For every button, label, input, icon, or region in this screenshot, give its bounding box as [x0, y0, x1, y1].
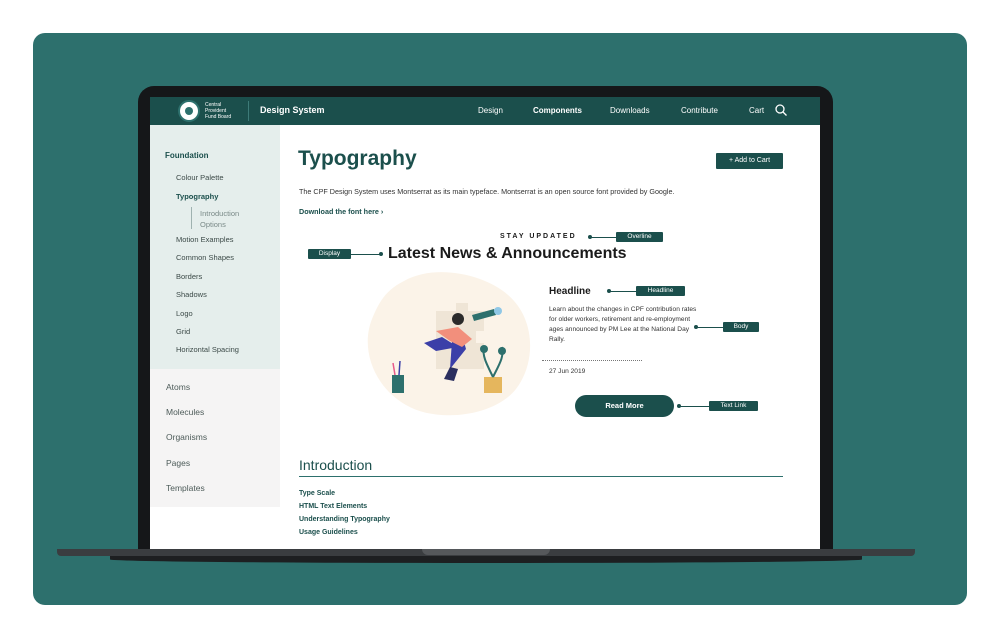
- connector-line: [696, 327, 723, 328]
- dotted-divider: [542, 360, 642, 361]
- intro-paragraph: The CPF Design System uses Montserrat as…: [299, 187, 675, 196]
- display-tag: Display: [308, 249, 351, 259]
- headline-tag: Headline: [636, 286, 685, 296]
- chevron-right-icon: ›: [380, 207, 384, 216]
- text-link-tag: Text Link: [709, 401, 758, 411]
- sidebar-item-shadows[interactable]: Shadows: [176, 290, 207, 299]
- sidebar: Foundation Colour Palette Typography Int…: [150, 125, 280, 535]
- sidebar-item-borders[interactable]: Borders: [176, 272, 202, 281]
- nav-contribute[interactable]: Contribute: [681, 106, 718, 115]
- sidebar-item-horizontal-spacing[interactable]: Horizontal Spacing: [176, 345, 239, 354]
- headline-sample: Headline: [549, 286, 591, 297]
- sidebar-section-templates[interactable]: Templates: [166, 483, 205, 493]
- logo-text-line: Fund Board: [205, 114, 232, 120]
- connector-line: [609, 291, 636, 292]
- sidebar-subitem-introduction[interactable]: Introduction: [200, 209, 239, 218]
- toc-link-type-scale[interactable]: Type Scale: [299, 490, 335, 497]
- section-divider: [299, 476, 783, 477]
- logo-divider: [248, 101, 249, 121]
- download-font-link[interactable]: Download the font here ›: [299, 207, 383, 216]
- add-to-cart-button[interactable]: + Add to Cart: [716, 153, 783, 169]
- sidebar-section-pages[interactable]: Pages: [166, 458, 190, 468]
- nav-components[interactable]: Components: [533, 106, 582, 115]
- connector-line: [679, 406, 709, 407]
- overline-sample: STAY UPDATED: [500, 233, 577, 240]
- download-font-link-label: Download the font here: [299, 207, 379, 216]
- date-text: 27 Jun 2019: [549, 368, 586, 375]
- top-navigation: Central Provident Fund Board Design Syst…: [150, 97, 820, 125]
- screen: Central Provident Fund Board Design Syst…: [150, 97, 820, 549]
- sidebar-section-molecules[interactable]: Molecules: [166, 407, 204, 417]
- cpf-logo-icon[interactable]: [178, 100, 200, 122]
- overline-tag: Overline: [616, 232, 663, 242]
- nav-design[interactable]: Design: [478, 106, 503, 115]
- laptop-notch: [422, 549, 550, 555]
- sidebar-section-organisms[interactable]: Organisms: [166, 432, 207, 442]
- connector-dot: [379, 252, 383, 256]
- sidebar-subitem-options[interactable]: Options: [200, 220, 226, 229]
- toc-link-understanding-typography[interactable]: Understanding Typography: [299, 516, 390, 523]
- main-content: Typography + Add to Cart The CPF Design …: [280, 125, 820, 549]
- read-more-button[interactable]: Read More: [575, 395, 674, 417]
- nav-cart[interactable]: Cart: [749, 106, 764, 115]
- sidebar-subitem-line: [191, 207, 192, 229]
- body-tag: Body: [723, 322, 759, 332]
- sidebar-item-motion-examples[interactable]: Motion Examples: [176, 235, 234, 244]
- section-title-introduction: Introduction: [299, 457, 373, 473]
- display-sample: Latest News & Announcements: [388, 245, 627, 262]
- toc-link-html-text-elements[interactable]: HTML Text Elements: [299, 503, 367, 510]
- page-title: Typography: [298, 147, 417, 170]
- sidebar-section-atoms[interactable]: Atoms: [166, 382, 190, 392]
- sidebar-item-logo[interactable]: Logo: [176, 309, 193, 318]
- connector-line: [351, 254, 380, 255]
- connector-line: [590, 237, 616, 238]
- sidebar-item-common-shapes[interactable]: Common Shapes: [176, 253, 234, 262]
- toc-link-usage-guidelines[interactable]: Usage Guidelines: [299, 529, 358, 536]
- sidebar-heading-foundation[interactable]: Foundation: [165, 151, 209, 160]
- nav-downloads[interactable]: Downloads: [610, 106, 650, 115]
- sidebar-foundation-group: [150, 125, 280, 369]
- news-illustration: [367, 272, 531, 416]
- brand-title[interactable]: Design System: [260, 105, 325, 115]
- sidebar-item-typography[interactable]: Typography: [176, 192, 218, 201]
- sidebar-item-colour-palette[interactable]: Colour Palette: [176, 173, 224, 182]
- body-sample: Learn about the changes in CPF contribut…: [549, 306, 697, 343]
- sidebar-item-grid[interactable]: Grid: [176, 327, 190, 336]
- laptop-base-shadow: [110, 556, 862, 563]
- search-icon[interactable]: [774, 103, 788, 117]
- logo-text: Central Provident Fund Board: [205, 102, 245, 120]
